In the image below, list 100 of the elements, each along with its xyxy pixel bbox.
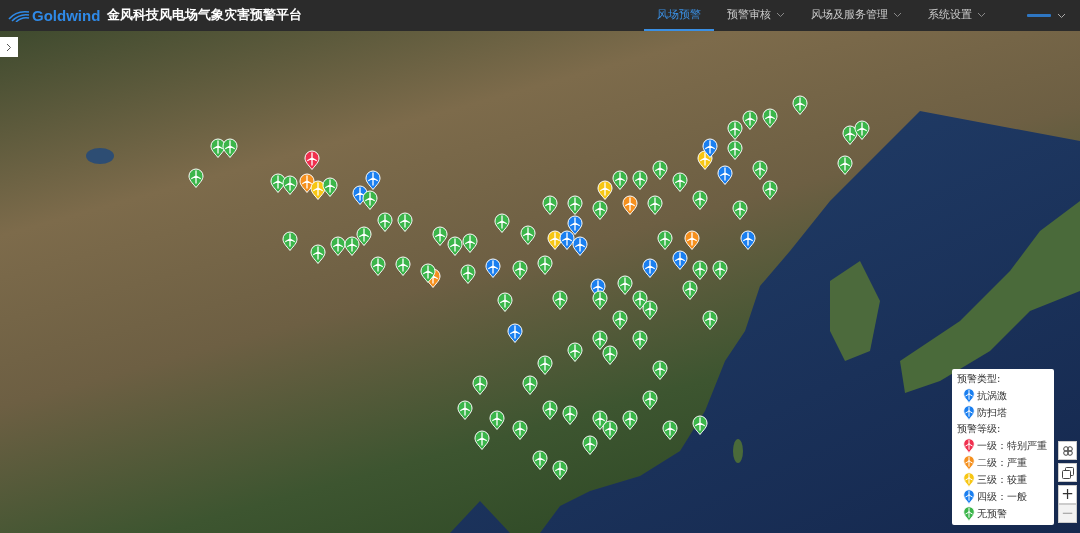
wind-turbine-pin-icon[interactable] <box>647 195 663 215</box>
wind-turbine-pin-icon[interactable] <box>520 225 536 245</box>
wind-turbine-pin-icon[interactable] <box>612 170 628 190</box>
wind-turbine-pin-icon[interactable] <box>792 95 808 115</box>
wind-turbine-pin-icon[interactable] <box>682 280 698 300</box>
wind-turbine-pin-icon[interactable] <box>552 460 568 480</box>
wind-turbine-pin-icon[interactable] <box>457 400 473 420</box>
wind-turbine-pin-icon[interactable] <box>562 405 578 425</box>
wind-turbine-pin-icon[interactable] <box>622 195 638 215</box>
panel-toggle-button[interactable] <box>0 37 18 57</box>
wind-turbine-pin-icon[interactable] <box>542 195 558 215</box>
wind-turbine-pin-icon[interactable] <box>592 330 608 350</box>
wind-turbine-pin-icon[interactable] <box>702 138 718 158</box>
company-logo-icon[interactable] <box>1027 13 1051 18</box>
wind-turbine-pin-icon[interactable] <box>642 258 658 278</box>
wind-turbine-pin-icon[interactable] <box>462 233 478 253</box>
wind-turbine-pin-icon[interactable] <box>489 410 505 430</box>
wind-turbine-pin-icon[interactable] <box>692 190 708 210</box>
wind-turbine-pin-icon[interactable] <box>597 180 613 200</box>
wind-turbine-pin-icon[interactable] <box>742 110 758 130</box>
wind-turbine-pin-icon[interactable] <box>377 212 393 232</box>
wind-turbine-pin-icon[interactable] <box>762 108 778 128</box>
wind-turbine-pin-icon[interactable] <box>592 290 608 310</box>
wind-turbine-pin-icon[interactable] <box>522 375 538 395</box>
wind-turbine-pin-icon[interactable] <box>717 165 733 185</box>
wind-turbine-pin-icon[interactable] <box>642 300 658 320</box>
wind-turbine-pin-icon[interactable] <box>592 200 608 220</box>
satellite-map-drawing[interactable] <box>0 31 1080 533</box>
wind-turbine-pin-icon[interactable] <box>537 355 553 375</box>
wind-turbine-pin-icon[interactable] <box>370 256 386 276</box>
wind-turbine-pin-icon[interactable] <box>672 250 688 270</box>
wind-turbine-pin-icon[interactable] <box>460 264 476 284</box>
wind-turbine-pin-icon[interactable] <box>222 138 238 158</box>
wind-turbine-pin-icon[interactable] <box>322 177 338 197</box>
legend-pin-icon <box>963 405 975 420</box>
wind-turbine-pin-icon[interactable] <box>567 195 583 215</box>
legend-label: 三级：较重 <box>977 472 1027 487</box>
wind-turbine-pin-icon[interactable] <box>310 244 326 264</box>
wind-turbine-pin-icon[interactable] <box>632 170 648 190</box>
wind-turbine-pin-icon[interactable] <box>762 180 778 200</box>
wind-turbine-pin-icon[interactable] <box>740 230 756 250</box>
wind-turbine-pin-icon[interactable] <box>485 258 501 278</box>
wind-turbine-pin-icon[interactable] <box>837 155 853 175</box>
wind-turbine-pin-icon[interactable] <box>572 236 588 256</box>
wind-turbine-pin-icon[interactable] <box>420 263 436 283</box>
cluster-button[interactable] <box>1058 441 1077 460</box>
wind-turbine-pin-icon[interactable] <box>344 236 360 256</box>
wind-turbine-pin-icon[interactable] <box>602 345 618 365</box>
wind-turbine-pin-icon[interactable] <box>497 292 513 312</box>
wind-turbine-pin-icon[interactable] <box>507 323 523 343</box>
layers-button[interactable] <box>1058 463 1077 482</box>
wind-turbine-pin-icon[interactable] <box>552 290 568 310</box>
wind-turbine-pin-icon[interactable] <box>727 120 743 140</box>
wind-turbine-pin-icon[interactable] <box>602 420 618 440</box>
wind-turbine-pin-icon[interactable] <box>397 212 413 232</box>
wind-turbine-pin-icon[interactable] <box>684 230 700 250</box>
wind-turbine-pin-icon[interactable] <box>494 213 510 233</box>
wind-turbine-pin-icon[interactable] <box>692 260 708 280</box>
wind-turbine-pin-icon[interactable] <box>727 140 743 160</box>
nav-tab[interactable]: 风场及服务管理 <box>798 0 915 31</box>
wind-turbine-pin-icon[interactable] <box>732 200 748 220</box>
wind-turbine-pin-icon[interactable] <box>365 170 381 190</box>
wind-turbine-pin-icon[interactable] <box>622 410 638 430</box>
legend-label: 四级：一般 <box>977 489 1027 504</box>
legend-label: 一级：特别严重 <box>977 438 1047 453</box>
wind-turbine-pin-icon[interactable] <box>652 160 668 180</box>
nav-tab[interactable]: 系统设置 <box>915 0 999 31</box>
wind-turbine-pin-icon[interactable] <box>672 172 688 192</box>
wind-turbine-pin-icon[interactable] <box>612 310 628 330</box>
wind-turbine-pin-icon[interactable] <box>282 231 298 251</box>
legend-pin-icon <box>963 388 975 403</box>
wind-turbine-pin-icon[interactable] <box>395 256 411 276</box>
wind-turbine-pin-icon[interactable] <box>474 430 490 450</box>
wind-turbine-pin-icon[interactable] <box>472 375 488 395</box>
wind-turbine-pin-icon[interactable] <box>692 415 708 435</box>
wind-turbine-pin-icon[interactable] <box>447 236 463 256</box>
zoom-in-button[interactable]: + <box>1058 485 1077 504</box>
wind-turbine-pin-icon[interactable] <box>657 230 673 250</box>
wind-turbine-pin-icon[interactable] <box>712 260 728 280</box>
wind-turbine-pin-icon[interactable] <box>330 236 346 256</box>
wind-turbine-pin-icon[interactable] <box>642 390 658 410</box>
wind-turbine-pin-icon[interactable] <box>652 360 668 380</box>
wind-turbine-pin-icon[interactable] <box>662 420 678 440</box>
wind-turbine-pin-icon[interactable] <box>512 420 528 440</box>
wind-turbine-pin-icon[interactable] <box>537 255 553 275</box>
layers-icon <box>1061 466 1074 479</box>
wind-turbine-pin-icon[interactable] <box>356 226 372 246</box>
wind-turbine-pin-icon[interactable] <box>362 190 378 210</box>
wind-turbine-pin-icon[interactable] <box>854 120 870 140</box>
wind-turbine-pin-icon[interactable] <box>632 330 648 350</box>
wind-turbine-pin-icon[interactable] <box>617 275 633 295</box>
wind-turbine-pin-icon[interactable] <box>702 310 718 330</box>
wind-turbine-pin-icon[interactable] <box>582 435 598 455</box>
wind-turbine-pin-icon[interactable] <box>542 400 558 420</box>
wind-turbine-pin-icon[interactable] <box>532 450 548 470</box>
nav-tab[interactable]: 预警审核 <box>714 0 798 31</box>
wind-turbine-pin-icon[interactable] <box>432 226 448 246</box>
wind-turbine-pin-icon[interactable] <box>567 215 583 235</box>
wind-turbine-pin-icon[interactable] <box>567 342 583 362</box>
wind-turbine-pin-icon[interactable] <box>512 260 528 280</box>
